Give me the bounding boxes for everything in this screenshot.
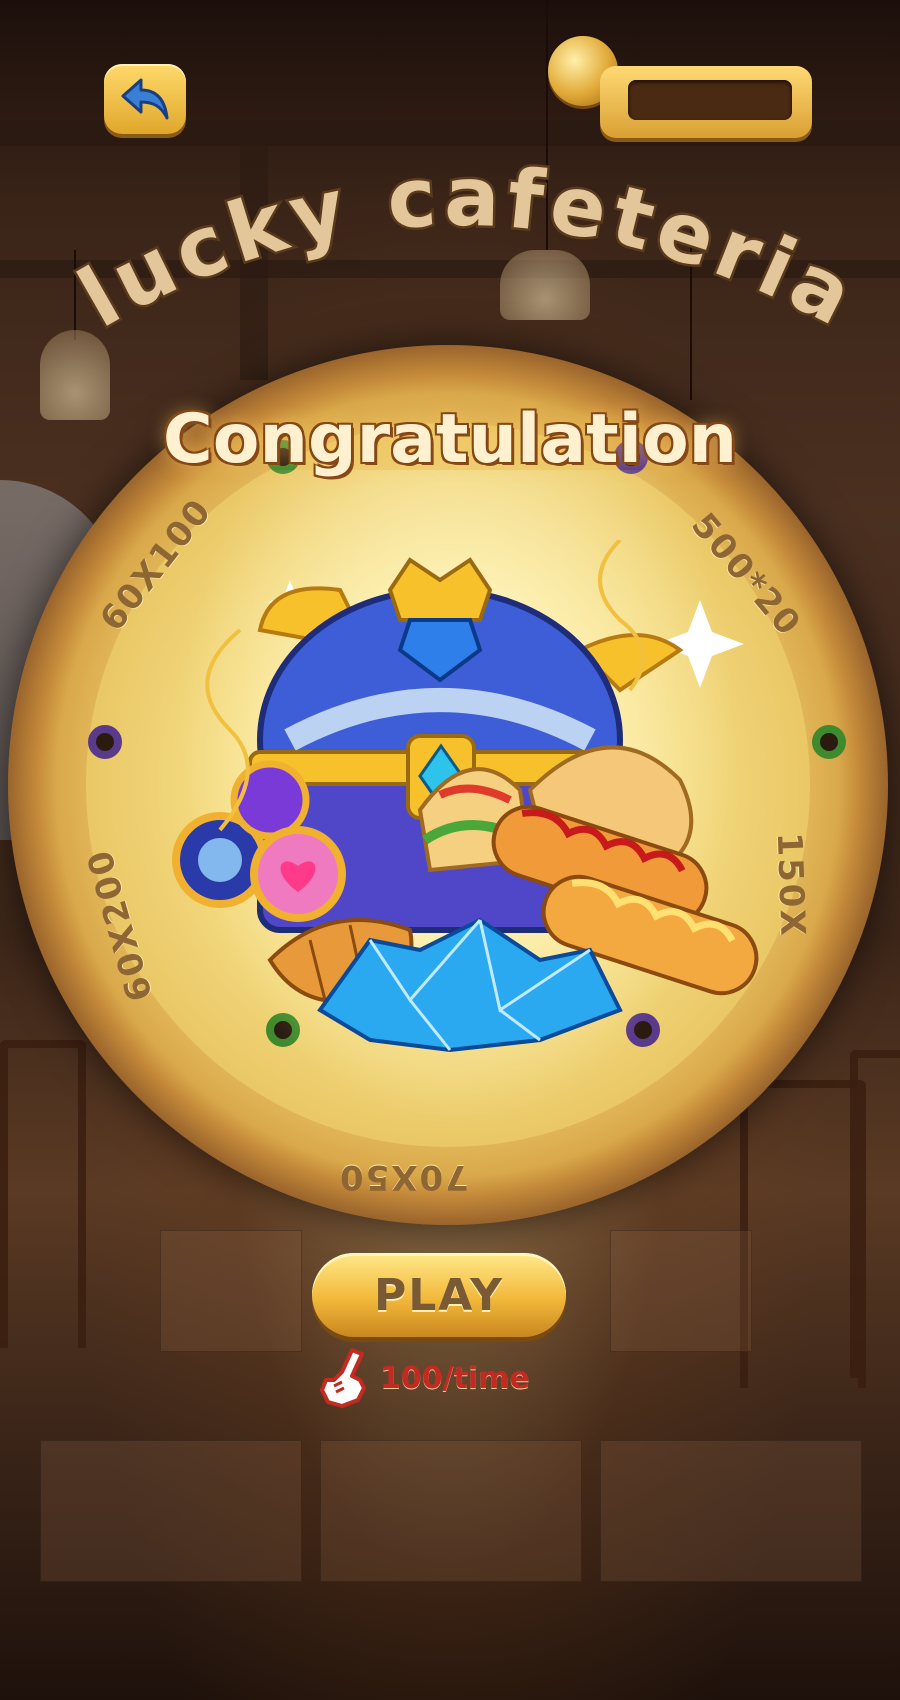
wheel-pin (88, 725, 122, 759)
congratulation-heading: Congratulation (162, 400, 738, 479)
chair (740, 1080, 866, 1388)
wheel-pin (812, 725, 846, 759)
chair (850, 1050, 900, 1378)
svg-text:lucky cafeteria: lucky cafeteria (64, 150, 873, 347)
wheel-segment-label: 70X50 (338, 1157, 469, 1197)
pointing-hand-icon (320, 1348, 366, 1408)
spin-cost-label: 100/time (380, 1360, 530, 1396)
reward-illustration (172, 540, 759, 1053)
chair (0, 1040, 86, 1348)
play-button-label: PLAY (374, 1269, 504, 1321)
confetti-ribbon (205, 628, 250, 832)
play-button[interactable]: PLAY (312, 1253, 566, 1337)
game-title-text: lucky cafeteria (61, 147, 869, 349)
game-title: lucky cafeteria (61, 147, 873, 349)
spin-cost: 100/time (312, 1348, 530, 1408)
